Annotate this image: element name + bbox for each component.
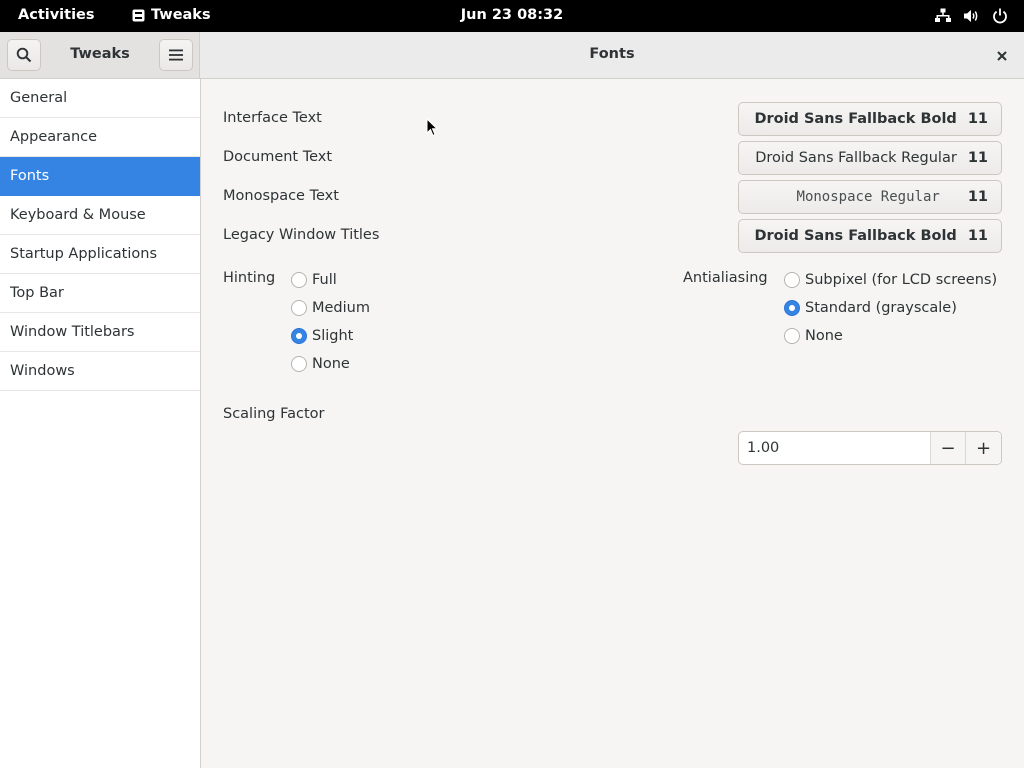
mouse-pointer-icon <box>426 118 438 137</box>
page-title: Fonts <box>589 46 635 62</box>
antialiasing-option-label: Subpixel (for LCD screens) <box>805 272 998 288</box>
hinting-option-label: Medium <box>312 300 370 316</box>
hamburger-icon <box>169 49 183 61</box>
hinting-option-label: None <box>312 356 350 372</box>
plus-icon: + <box>975 437 992 459</box>
sidebar-item-keyboard-mouse[interactable]: Keyboard & Mouse <box>0 196 200 235</box>
volume-icon <box>964 10 978 22</box>
document-font-name: Droid Sans Fallback Regular <box>755 150 957 166</box>
hinting-option-full[interactable]: Full <box>291 272 337 288</box>
legacy-titles-font-size: 11 <box>967 228 988 244</box>
app-menu[interactable]: Tweaks <box>132 7 211 23</box>
monospace-font-button[interactable]: Monospace Regular 11 <box>738 180 1002 214</box>
antialiasing-label: Antialiasing <box>683 270 768 286</box>
scaling-factor-input[interactable]: 1.00 <box>739 432 931 464</box>
header-bar: Tweaks Fonts <box>0 32 1024 79</box>
legacy-titles-font-name: Droid Sans Fallback Bold <box>754 228 957 244</box>
radio-button-checked[interactable] <box>291 328 307 344</box>
sidebar-item-top-bar[interactable]: Top Bar <box>0 274 200 313</box>
monospace-font-size: 11 <box>967 189 988 205</box>
tweaks-window: Tweaks Fonts General Appearance Fonts Ke… <box>0 32 1024 768</box>
system-tray[interactable] <box>935 8 1008 24</box>
app-menu-label: Tweaks <box>151 7 211 23</box>
radio-button[interactable] <box>784 272 800 288</box>
legacy-titles-font-button[interactable]: Droid Sans Fallback Bold 11 <box>738 219 1002 253</box>
sidebar-item-fonts[interactable]: Fonts <box>0 157 200 196</box>
radio-button-checked[interactable] <box>784 300 800 316</box>
gnome-top-bar: Activities Tweaks Jun 23 08:32 <box>0 0 1024 32</box>
search-icon <box>16 47 32 63</box>
close-icon <box>997 51 1007 61</box>
antialiasing-option-label: None <box>805 328 843 344</box>
decrement-button[interactable]: − <box>931 432 966 464</box>
main-menu-button[interactable] <box>159 39 193 71</box>
monospace-text-label: Monospace Text <box>223 188 339 204</box>
interface-text-label: Interface Text <box>223 110 322 126</box>
network-icon <box>935 8 951 22</box>
increment-button[interactable]: + <box>966 432 1001 464</box>
interface-font-button[interactable]: Droid Sans Fallback Bold 11 <box>738 102 1002 136</box>
hinting-option-medium[interactable]: Medium <box>291 300 370 316</box>
interface-font-size: 11 <box>967 111 988 127</box>
hinting-option-slight[interactable]: Slight <box>291 328 353 344</box>
sidebar-item-windows[interactable]: Windows <box>0 352 200 391</box>
sidebar-item-window-titlebars[interactable]: Window Titlebars <box>0 313 200 352</box>
monospace-font-name: Monospace Regular <box>796 189 940 205</box>
document-font-button[interactable]: Droid Sans Fallback Regular 11 <box>738 141 1002 175</box>
hinting-label: Hinting <box>223 270 276 286</box>
scaling-factor-label: Scaling Factor <box>223 406 325 422</box>
hinting-option-label: Full <box>312 272 337 288</box>
radio-button[interactable] <box>291 272 307 288</box>
antialiasing-option-none[interactable]: None <box>784 328 843 344</box>
sidebar-item-startup-applications[interactable]: Startup Applications <box>0 235 200 274</box>
radio-button[interactable] <box>291 356 307 372</box>
sidebar-title: Tweaks <box>70 46 130 62</box>
sidebar-item-general[interactable]: General <box>0 79 200 118</box>
legacy-titles-label: Legacy Window Titles <box>223 227 380 243</box>
antialiasing-option-standard[interactable]: Standard (grayscale) <box>784 300 957 316</box>
antialiasing-option-subpixel[interactable]: Subpixel (for LCD screens) <box>784 272 997 288</box>
minus-icon: − <box>940 437 956 459</box>
activities-button[interactable]: Activities <box>18 7 95 23</box>
document-text-label: Document Text <box>223 149 333 165</box>
search-button[interactable] <box>7 39 41 71</box>
document-font-size: 11 <box>967 150 988 166</box>
radio-button[interactable] <box>784 328 800 344</box>
fonts-panel: Interface Text Droid Sans Fallback Bold … <box>201 79 1024 768</box>
interface-font-name: Droid Sans Fallback Bold <box>754 111 957 127</box>
power-icon <box>993 8 1007 24</box>
antialiasing-option-label: Standard (grayscale) <box>805 300 957 316</box>
sidebar-item-appearance[interactable]: Appearance <box>0 118 200 157</box>
scaling-factor-spinbutton: 1.00 − + <box>738 431 1002 465</box>
tweaks-app-icon <box>132 9 145 21</box>
close-button[interactable] <box>990 44 1014 68</box>
clock[interactable]: Jun 23 08:32 <box>461 7 563 23</box>
hinting-option-none[interactable]: None <box>291 356 350 372</box>
sidebar: General Appearance Fonts Keyboard & Mous… <box>0 79 201 768</box>
radio-button[interactable] <box>291 300 307 316</box>
hinting-option-label: Slight <box>312 328 354 344</box>
sidebar-header: Tweaks <box>0 32 200 78</box>
